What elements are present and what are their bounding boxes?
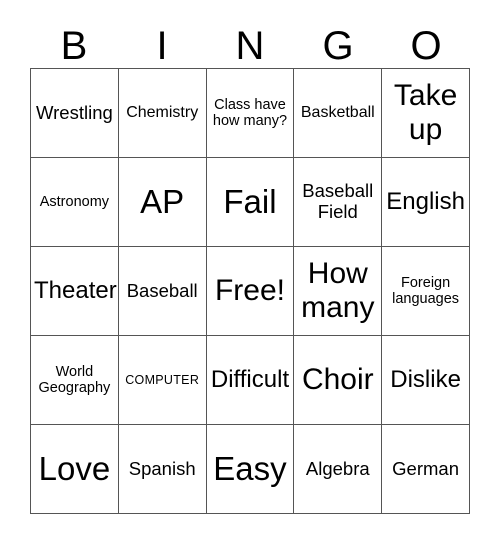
bingo-square-label: Wrestling [36, 101, 113, 123]
bingo-square-label: Class have how many? [212, 96, 288, 129]
bingo-grid: Wrestling Chemistry Class have how many?… [30, 68, 470, 514]
bingo-square-label: Spanish [128, 457, 196, 479]
bingo-square[interactable]: Algebra [294, 425, 383, 514]
header-letter-g: G [322, 24, 354, 68]
bingo-square[interactable]: German [382, 425, 470, 514]
header-letter-i: I [156, 24, 168, 68]
bingo-square[interactable]: Choir [294, 336, 383, 425]
bingo-square-label: Baseball Field [302, 180, 374, 222]
header-letter-b: B [60, 24, 88, 68]
bingo-square-label: AP [140, 182, 185, 220]
bingo-square[interactable]: Basketball [294, 69, 383, 158]
bingo-header: B I N G O [30, 14, 470, 68]
bingo-card: B I N G O Wrestling Chemistry Class have… [0, 0, 500, 544]
bingo-square[interactable]: Baseball [118, 247, 207, 336]
header-letter-n: N [235, 24, 265, 68]
bingo-square[interactable]: Difficult [206, 336, 295, 425]
bingo-square[interactable]: How many [294, 247, 383, 336]
bingo-square-label: Astronomy [39, 193, 110, 210]
header-letter-o: O [410, 24, 442, 68]
bingo-square-label: Take up [393, 79, 458, 146]
bingo-square-label: Free! [214, 274, 285, 308]
bingo-square[interactable]: Love [31, 425, 119, 514]
bingo-square-label: World Geography [38, 363, 111, 396]
bingo-square-label: Foreign languages [392, 274, 460, 307]
bingo-square[interactable]: Take up [382, 69, 470, 158]
bingo-square[interactable]: Fail [206, 158, 295, 247]
bingo-square[interactable]: Wrestling [31, 69, 119, 158]
bingo-square[interactable]: Dislike [382, 336, 470, 425]
bingo-square-label: Chemistry [126, 104, 199, 122]
bingo-square-label: Easy [213, 449, 287, 487]
bingo-square[interactable]: Class have how many? [206, 69, 295, 158]
bingo-square-label: COMPUTER [125, 373, 200, 387]
bingo-square-label: Theater [34, 276, 117, 304]
bingo-square[interactable]: Foreign languages [382, 247, 470, 336]
bingo-square-label: Baseball [126, 279, 198, 301]
bingo-square-label: Choir [301, 363, 374, 397]
bingo-square[interactable]: Theater [31, 247, 119, 336]
bingo-square-label: Algebra [305, 457, 370, 479]
bingo-square[interactable]: Easy [206, 425, 295, 514]
bingo-square-label: English [386, 187, 465, 215]
bingo-square-label: How many [301, 257, 375, 324]
bingo-square[interactable]: Astronomy [31, 158, 119, 247]
bingo-square[interactable]: Spanish [118, 425, 207, 514]
bingo-square-label: Basketball [300, 104, 375, 122]
bingo-square[interactable]: English [382, 158, 470, 247]
bingo-square[interactable]: Baseball Field [294, 158, 383, 247]
bingo-square-label: Difficult [210, 365, 290, 393]
bingo-square-free[interactable]: Free! [206, 247, 295, 336]
bingo-square[interactable]: COMPUTER [118, 336, 207, 425]
bingo-square-label: Fail [223, 182, 277, 220]
bingo-square-label: Dislike [390, 365, 461, 393]
bingo-square[interactable]: World Geography [31, 336, 119, 425]
bingo-square-label: German [392, 457, 459, 479]
bingo-square[interactable]: Chemistry [118, 69, 207, 158]
bingo-square[interactable]: AP [118, 158, 207, 247]
bingo-square-label: Love [38, 449, 111, 487]
